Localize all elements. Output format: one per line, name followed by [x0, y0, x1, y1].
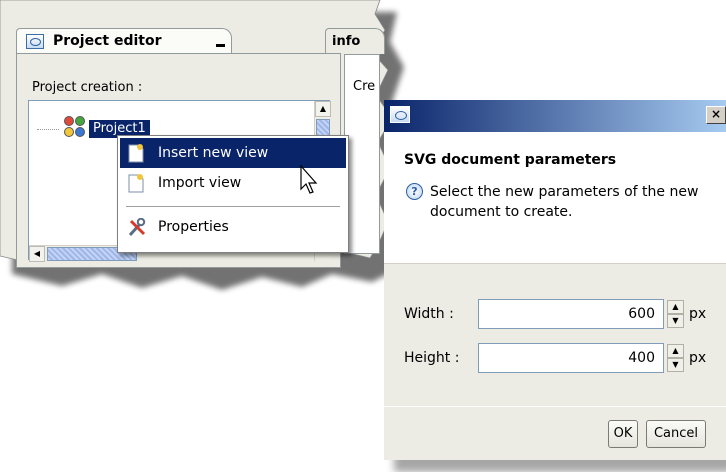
- height-input[interactable]: 400: [478, 343, 664, 373]
- menu-item-label: Import view: [158, 175, 242, 191]
- info-panel-body: Cre: [344, 54, 380, 254]
- mouse-pointer-icon: [300, 165, 318, 194]
- help-icon: ?: [406, 183, 423, 200]
- tab-project-editor-label: Project editor: [53, 33, 162, 49]
- menu-separator: [126, 206, 340, 207]
- height-label: Height :: [404, 350, 460, 366]
- svg-document-parameters-dialog: × SVG document parameters ? Select the n…: [384, 100, 726, 460]
- minimize-icon[interactable]: [216, 44, 225, 47]
- editor-view-icon: [26, 34, 44, 49]
- tree-connector: [37, 129, 59, 130]
- menu-item-label: Properties: [158, 219, 229, 235]
- dialog-app-icon: [390, 106, 410, 123]
- width-input[interactable]: 600: [478, 299, 664, 329]
- scroll-left-button[interactable]: ◀: [29, 246, 45, 262]
- dialog-header: SVG document parameters ? Select the new…: [384, 132, 726, 264]
- width-unit: px: [689, 306, 707, 322]
- width-decrement-button[interactable]: ▼: [667, 314, 684, 328]
- height-unit: px: [689, 350, 707, 366]
- tab-info[interactable]: info: [325, 28, 385, 54]
- height-decrement-button[interactable]: ▼: [667, 358, 684, 372]
- width-label: Width :: [404, 306, 454, 322]
- dialog-description: Select the new parameters of the new doc…: [430, 184, 699, 220]
- tab-project-editor[interactable]: Project editor: [16, 28, 232, 54]
- close-button[interactable]: ×: [706, 106, 726, 124]
- dialog-titlebar[interactable]: ×: [384, 100, 726, 132]
- tab-info-label: info: [332, 34, 361, 49]
- height-spinner[interactable]: ▲ ▼: [667, 344, 684, 372]
- info-panel-text: Cre: [353, 79, 376, 94]
- height-increment-button[interactable]: ▲: [667, 344, 684, 358]
- project-creation-label: Project creation :: [32, 80, 143, 95]
- scroll-up-button[interactable]: ▲: [315, 101, 331, 117]
- new-view-icon: [128, 144, 144, 163]
- width-spinner[interactable]: ▲ ▼: [667, 300, 684, 328]
- properties-icon: [128, 218, 146, 237]
- dialog-separator: [384, 406, 726, 407]
- import-view-icon: [128, 174, 144, 193]
- ok-button[interactable]: OK: [608, 420, 638, 448]
- menu-item-label: Insert new view: [158, 145, 269, 161]
- menu-item-properties[interactable]: Properties: [120, 212, 346, 242]
- dialog-heading: SVG document parameters: [404, 152, 617, 168]
- project-icon: [63, 116, 87, 140]
- menu-item-insert-new-view[interactable]: Insert new view: [120, 138, 346, 168]
- cancel-button[interactable]: Cancel: [646, 420, 706, 448]
- width-increment-button[interactable]: ▲: [667, 300, 684, 314]
